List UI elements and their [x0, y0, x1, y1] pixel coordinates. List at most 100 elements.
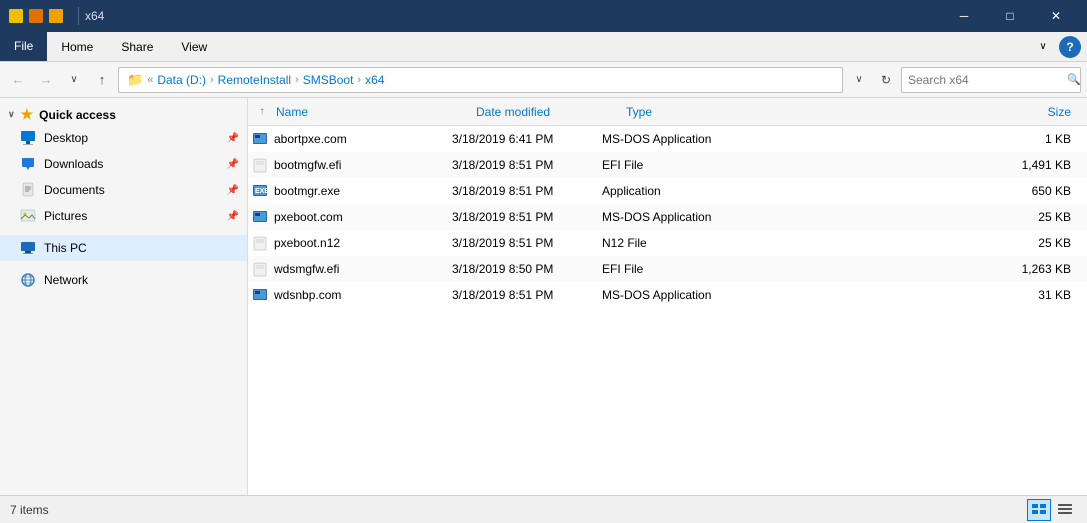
refresh-button[interactable]: ↻: [875, 69, 897, 91]
sidebar-item-pictures[interactable]: Pictures 📌: [0, 203, 247, 229]
menu-expand-chevron[interactable]: ∨: [1031, 35, 1055, 59]
pictures-pin-icon: 📌: [227, 211, 239, 222]
sidebar-item-desktop[interactable]: Desktop 📌: [0, 125, 247, 151]
path-part-3[interactable]: x64: [365, 73, 384, 87]
address-path[interactable]: 📁 « Data (D:) › RemoteInstall › SMSBoot …: [118, 67, 843, 93]
menu-home[interactable]: Home: [47, 32, 107, 61]
file-name: abortpxe.com: [274, 132, 347, 146]
search-input[interactable]: [908, 73, 1063, 87]
table-row[interactable]: bootmgfw.efi 3/18/2019 8:51 PM EFI File …: [248, 152, 1087, 178]
file-type-cell: EFI File: [602, 262, 782, 276]
file-name: bootmgfw.efi: [274, 158, 341, 172]
col-header-name[interactable]: Name: [272, 105, 472, 119]
expand-arrow: ∨: [8, 109, 15, 120]
window-title: x64: [85, 9, 941, 23]
table-row[interactable]: abortpxe.com 3/18/2019 6:41 PM MS-DOS Ap…: [248, 126, 1087, 152]
sidebar-quick-access-header[interactable]: ∨ ★ Quick access: [0, 102, 247, 125]
title-bar-icons: [8, 8, 64, 24]
file-icon: EXE: [252, 183, 268, 199]
file-name-cell: EXE bootmgr.exe: [252, 183, 452, 199]
minimize-button[interactable]: ─: [941, 0, 987, 32]
dropdown-arrow-button[interactable]: ∨: [847, 68, 871, 92]
file-type-cell: Application: [602, 184, 782, 198]
file-date-cell: 3/18/2019 8:51 PM: [452, 288, 602, 302]
file-icon: [252, 157, 268, 173]
file-name-cell: wdsnbp.com: [252, 287, 452, 303]
file-type-cell: N12 File: [602, 236, 782, 250]
status-bar: 7 items: [0, 495, 1087, 523]
desktop-icon: [20, 130, 36, 146]
up-button[interactable]: ↑: [90, 68, 114, 92]
path-part-0[interactable]: Data (D:): [157, 73, 206, 87]
file-name: pxeboot.n12: [274, 236, 340, 250]
network-icon: [20, 272, 36, 288]
sidebar-item-downloads[interactable]: Downloads 📌: [0, 151, 247, 177]
sidebar-item-this-pc[interactable]: This PC: [0, 235, 247, 261]
file-size-cell: 31 KB: [782, 288, 1083, 302]
main-area: ∨ ★ Quick access Desktop 📌 Downloads 📌 D…: [0, 98, 1087, 495]
file-size-cell: 1,263 KB: [782, 262, 1083, 276]
menu-file[interactable]: File: [0, 32, 47, 61]
file-size-cell: 25 KB: [782, 236, 1083, 250]
file-icon: [252, 209, 268, 225]
path-part-2[interactable]: SMSBoot: [303, 73, 354, 87]
table-row[interactable]: pxeboot.com 3/18/2019 8:51 PM MS-DOS App…: [248, 204, 1087, 230]
file-name: bootmgr.exe: [274, 184, 340, 198]
file-icon: [252, 261, 268, 277]
file-size-cell: 25 KB: [782, 210, 1083, 224]
quick-access-label: Quick access: [39, 108, 116, 122]
details-view-button[interactable]: [1027, 499, 1051, 521]
back-button[interactable]: ←: [6, 68, 30, 92]
address-bar: ← → ∨ ↑ 📁 « Data (D:) › RemoteInstall › …: [0, 62, 1087, 98]
documents-pin-icon: 📌: [227, 185, 239, 196]
sidebar-item-documents[interactable]: Documents 📌: [0, 177, 247, 203]
sidebar-documents-label: Documents: [44, 183, 105, 197]
app-icon-1: [8, 8, 24, 24]
chevron-2: ›: [295, 74, 299, 86]
pictures-icon: [20, 208, 36, 224]
sort-arrow: ↑: [252, 106, 272, 117]
file-list: abortpxe.com 3/18/2019 6:41 PM MS-DOS Ap…: [248, 126, 1087, 495]
table-row[interactable]: wdsnbp.com 3/18/2019 8:51 PM MS-DOS Appl…: [248, 282, 1087, 308]
view-buttons: [1027, 499, 1077, 521]
path-part-1[interactable]: RemoteInstall: [218, 73, 291, 87]
search-box[interactable]: 🔍: [901, 67, 1081, 93]
file-type-cell: EFI File: [602, 158, 782, 172]
menu-bar-right: ∨ ?: [1031, 32, 1087, 61]
file-size-cell: 1,491 KB: [782, 158, 1083, 172]
table-row[interactable]: pxeboot.n12 3/18/2019 8:51 PM N12 File 2…: [248, 230, 1087, 256]
file-name-cell: pxeboot.com: [252, 209, 452, 225]
downloads-icon: [20, 156, 36, 172]
file-pane: ↑ Name Date modified Type Size abortpxe.…: [248, 98, 1087, 495]
sidebar-item-network[interactable]: Network: [0, 267, 247, 293]
file-type-cell: MS-DOS Application: [602, 132, 782, 146]
file-name: wdsnbp.com: [274, 288, 341, 302]
table-row[interactable]: wdsmgfw.efi 3/18/2019 8:50 PM EFI File 1…: [248, 256, 1087, 282]
chevron-3: ›: [357, 74, 361, 86]
col-header-date[interactable]: Date modified: [472, 105, 622, 119]
title-bar-separator: [78, 7, 79, 25]
table-row[interactable]: EXE bootmgr.exe 3/18/2019 8:51 PM Applic…: [248, 178, 1087, 204]
documents-icon: [20, 182, 36, 198]
menu-view[interactable]: View: [167, 32, 221, 61]
restore-button[interactable]: □: [987, 0, 1033, 32]
list-view-button[interactable]: [1053, 499, 1077, 521]
col-header-type[interactable]: Type: [622, 105, 802, 119]
sidebar-network-label: Network: [44, 273, 88, 287]
sidebar-pictures-label: Pictures: [44, 209, 87, 223]
file-date-cell: 3/18/2019 8:51 PM: [452, 184, 602, 198]
col-header-size[interactable]: Size: [802, 105, 1083, 119]
forward-button[interactable]: →: [34, 68, 58, 92]
file-name: pxeboot.com: [274, 210, 343, 224]
menu-bar: File Home Share View ∨ ?: [0, 32, 1087, 62]
search-icon: 🔍: [1067, 73, 1081, 86]
help-button[interactable]: ?: [1059, 36, 1081, 58]
sidebar-downloads-label: Downloads: [44, 157, 103, 171]
menu-share[interactable]: Share: [107, 32, 167, 61]
downloads-pin-icon: 📌: [227, 159, 239, 170]
column-header-row: ↑ Name Date modified Type Size: [248, 98, 1087, 126]
svg-text:EXE: EXE: [255, 188, 268, 195]
file-name-cell: pxeboot.n12: [252, 235, 452, 251]
close-button[interactable]: ✕: [1033, 0, 1079, 32]
dropdown-nav-button[interactable]: ∨: [62, 68, 86, 92]
